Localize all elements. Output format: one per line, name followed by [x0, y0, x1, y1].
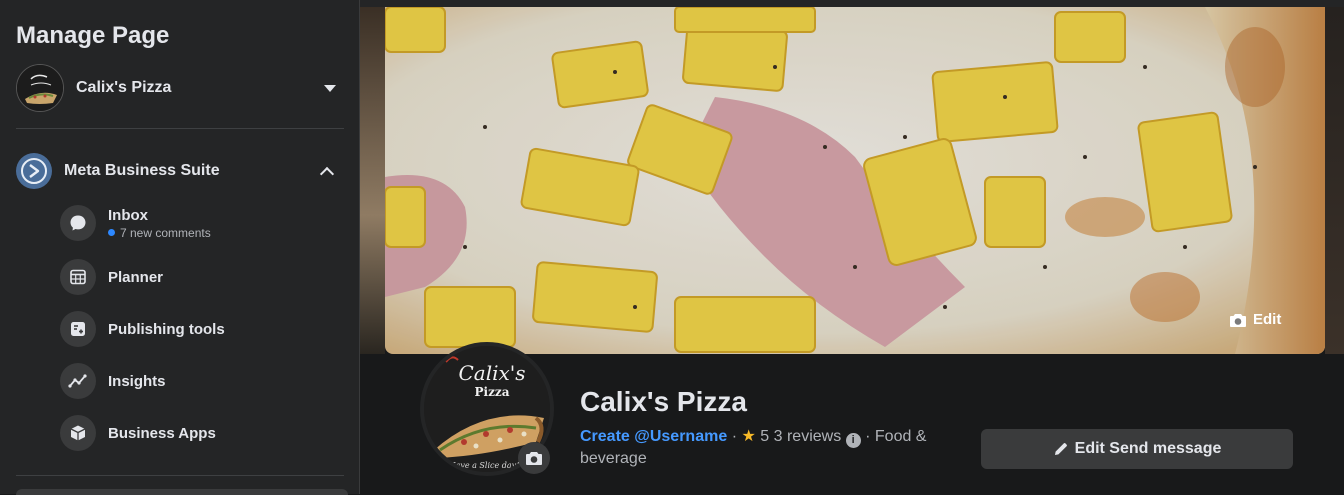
page-meta-line: Create @Username · ★ 5 3 reviews i · Foo… [580, 426, 960, 469]
sidebar-divider [16, 128, 344, 129]
pencil-icon [1054, 443, 1067, 455]
notification-dot [108, 229, 115, 236]
chevron-up-icon [319, 166, 335, 181]
camera-icon [526, 452, 542, 465]
sidebar-item-business-apps[interactable]: Business Apps [60, 413, 344, 453]
manage-page-sidebar: Manage Page Calix's Pizza Meta Business … [0, 0, 360, 495]
sidebar-item-inbox[interactable]: Inbox 7 new comments [60, 203, 344, 243]
page-switcher-name: Calix's Pizza [76, 79, 172, 96]
create-username-link[interactable]: Create @Username [580, 428, 727, 445]
sidebar-item-label: Business Apps [108, 424, 216, 442]
pizza-cover-image [385, 7, 1325, 354]
info-icon[interactable]: i [845, 433, 861, 448]
cover-blur-left [360, 7, 385, 354]
publishing-tools-icon [60, 311, 96, 347]
camera-icon [1230, 313, 1246, 327]
sidebar-title: Manage Page [16, 22, 170, 49]
sidebar-item-planner[interactable]: Planner [60, 257, 344, 297]
update-profile-picture-button[interactable] [518, 442, 550, 474]
meta-business-suite-toggle[interactable]: Meta Business Suite [16, 153, 344, 189]
edit-send-message-button[interactable]: Edit Send message [981, 429, 1293, 469]
sidebar-item-label: Inbox [108, 206, 148, 224]
calendar-icon [60, 259, 96, 295]
cover-photo[interactable] [385, 7, 1325, 354]
logo-text: Calix's [458, 361, 525, 385]
inbox-notification: 7 new comments [108, 226, 211, 240]
inbox-subtext: 7 new comments [120, 225, 211, 240]
page-title: Calix's Pizza [580, 386, 747, 417]
caret-down-icon [324, 84, 336, 92]
action-button-label: Edit Send message [1074, 440, 1222, 457]
edit-cover-label: Edit [1253, 311, 1282, 328]
reviews-count[interactable]: 3 reviews [774, 428, 842, 445]
sidebar-item-label: Insights [108, 372, 166, 390]
logo-subtext: Pizza [475, 385, 510, 399]
sidebar-item-publishing-tools[interactable]: Publishing tools [60, 309, 344, 349]
chat-bubble-icon [60, 205, 96, 241]
cover-blur-right [1325, 7, 1344, 354]
page-switcher[interactable]: Calix's Pizza [16, 64, 344, 112]
logo-tagline: Have a Slice day! [448, 461, 520, 470]
separator: · [731, 428, 742, 445]
rating-value: 5 [760, 428, 770, 445]
sidebar-item-insights[interactable]: Insights [60, 361, 344, 401]
meta-business-suite-label: Meta Business Suite [64, 162, 220, 179]
sidebar-divider [16, 475, 344, 476]
page-avatar [16, 64, 64, 112]
sidebar-item-label: Publishing tools [108, 320, 225, 338]
cube-icon [60, 415, 96, 451]
meta-business-suite-icon [16, 153, 52, 189]
edit-cover-button[interactable]: Edit [1229, 311, 1281, 328]
sidebar-item-label: Planner [108, 268, 164, 286]
insights-icon [60, 363, 96, 399]
separator: · [865, 428, 875, 445]
star-icon: ★ [741, 428, 756, 445]
sidebar-scroll-stub [16, 489, 348, 495]
